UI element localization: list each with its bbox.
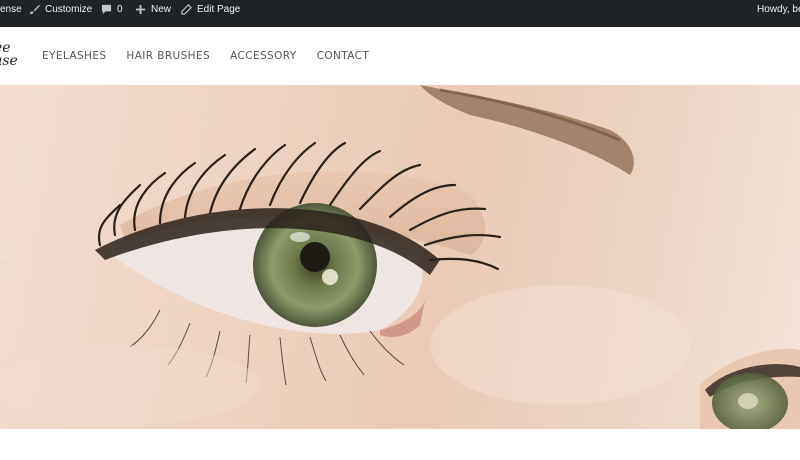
site-logo[interactable]: ee ase <box>0 41 22 69</box>
admin-site-link[interactable]: ense <box>0 0 22 19</box>
main-navigation: EYELASHES HAIR BRUSHES ACCESSORY CONTACT <box>42 27 389 85</box>
hero-image: ne <box>0 85 800 429</box>
howdy-label: Howdy, be <box>757 4 800 15</box>
comments-count: 0 <box>117 4 123 15</box>
admin-bar: ense Customize 0 New Edit Page Howdy, be <box>0 0 800 19</box>
nav-item-accessory[interactable]: ACCESSORY <box>230 50 297 62</box>
eye-illustration <box>0 85 800 429</box>
logo-line-2: ase <box>0 53 18 69</box>
plus-icon <box>135 4 146 15</box>
new-link[interactable]: New <box>135 0 171 19</box>
brush-icon <box>29 4 40 15</box>
site-header: ee ase EYELASHES HAIR BRUSHES ACCESSORY … <box>0 27 800 85</box>
eyebrow <box>420 85 634 175</box>
pencil-icon <box>181 4 192 15</box>
edit-page-link[interactable]: Edit Page <box>181 0 240 19</box>
customize-link[interactable]: Customize <box>29 0 92 19</box>
admin-site-label: ense <box>0 4 22 15</box>
admin-bar-bottom <box>0 19 800 27</box>
comment-icon <box>101 4 112 15</box>
account-menu[interactable]: Howdy, be <box>757 0 800 19</box>
new-label: New <box>151 4 172 15</box>
nav-item-eyelashes[interactable]: EYELASHES <box>42 50 106 62</box>
hero-caption: ne <box>2 255 10 261</box>
nav-item-contact[interactable]: CONTACT <box>317 50 370 62</box>
content-area <box>0 429 800 460</box>
comments-link[interactable]: 0 <box>101 0 123 19</box>
pupil <box>300 242 330 272</box>
customize-label: Customize <box>45 4 93 15</box>
edit-page-label: Edit Page <box>197 4 241 15</box>
nav-item-hair-brushes[interactable]: HAIR BRUSHES <box>126 50 210 62</box>
